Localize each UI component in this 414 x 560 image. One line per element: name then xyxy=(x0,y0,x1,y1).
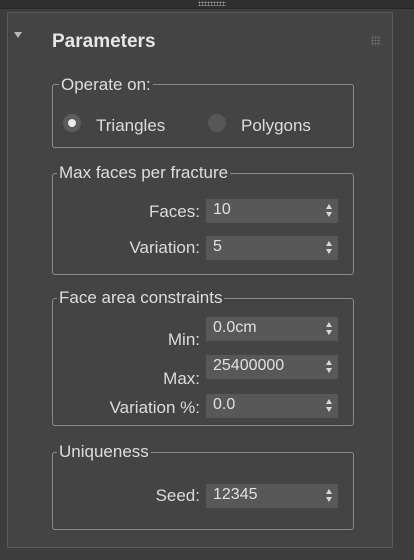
rollout-title[interactable]: Parameters xyxy=(52,31,156,53)
max-value[interactable]: 25400000 xyxy=(213,357,284,375)
variation-percent-label: Variation %: xyxy=(109,398,200,417)
seed-spinner[interactable]: 12345 xyxy=(206,484,338,508)
min-label: Min: xyxy=(167,330,200,349)
spinner-arrows-icon[interactable] xyxy=(325,359,334,375)
max-spinner[interactable]: 25400000 xyxy=(206,355,338,379)
variation-percent-spinner[interactable]: 0.0 xyxy=(206,394,338,418)
rollout-grip-icon[interactable] xyxy=(371,36,381,46)
spinner-arrows-icon[interactable] xyxy=(325,488,334,504)
variation-value[interactable]: 5 xyxy=(213,238,222,256)
operate-on-label: Operate on: xyxy=(59,75,153,95)
spinner-arrows-icon[interactable] xyxy=(325,398,334,414)
variation-label: Variation: xyxy=(129,238,200,257)
top-separator xyxy=(0,0,414,9)
seed-label: Seed: xyxy=(155,486,200,505)
collapse-chevron-icon[interactable] xyxy=(14,32,22,38)
drag-grip-icon[interactable] xyxy=(198,1,226,6)
faces-value[interactable]: 10 xyxy=(213,201,231,219)
face-area-label: Face area constraints xyxy=(57,288,225,308)
uniqueness-label: Uniqueness xyxy=(57,442,151,462)
triangles-radio[interactable] xyxy=(63,114,81,132)
faces-spinner[interactable]: 10 xyxy=(206,199,338,223)
triangles-label[interactable]: Triangles xyxy=(96,116,165,136)
polygons-radio[interactable] xyxy=(208,114,226,132)
faces-label: Faces: xyxy=(148,202,200,221)
min-spinner[interactable]: 0.0cm xyxy=(206,317,338,341)
max-faces-label: Max faces per fracture xyxy=(57,163,231,183)
spinner-arrows-icon[interactable] xyxy=(325,240,334,256)
variation-spinner[interactable]: 5 xyxy=(206,236,338,260)
spinner-arrows-icon[interactable] xyxy=(325,321,334,337)
polygons-label[interactable]: Polygons xyxy=(241,116,311,136)
min-value[interactable]: 0.0cm xyxy=(213,319,257,337)
max-label: Max: xyxy=(163,369,200,388)
variation-percent-value[interactable]: 0.0 xyxy=(213,396,235,414)
seed-value[interactable]: 12345 xyxy=(213,486,258,504)
spinner-arrows-icon[interactable] xyxy=(325,203,334,219)
